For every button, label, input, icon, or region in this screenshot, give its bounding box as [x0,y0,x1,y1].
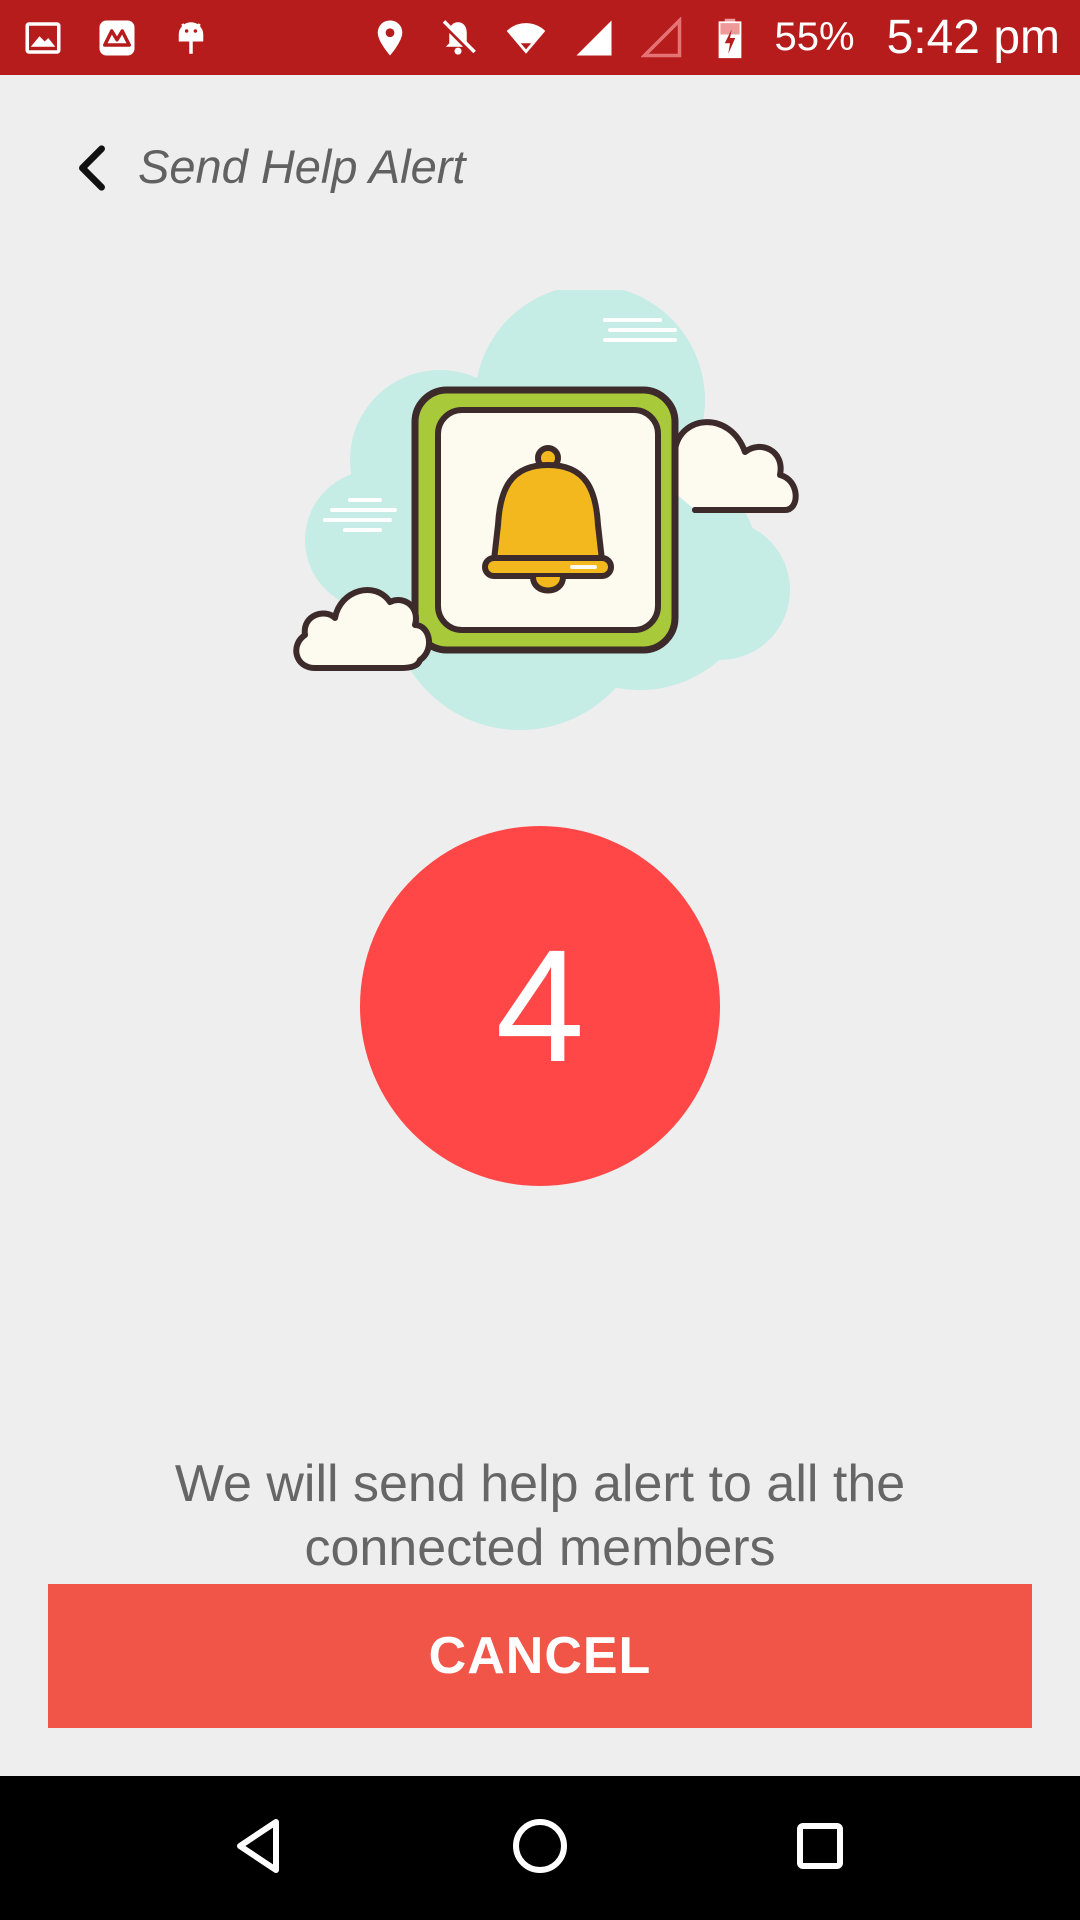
app-header: Send Help Alert [0,75,1080,265]
countdown-circle: 4 [360,826,720,1186]
battery-percent: 55% [774,15,855,59]
location-icon [367,15,413,61]
bell-alert-illustration [280,285,810,730]
back-button[interactable] [62,135,122,205]
cancel-button[interactable]: CANCEL [48,1584,1032,1728]
status-bar: 55% 5:42 pm [0,0,1080,75]
nav-back-button[interactable] [220,1808,300,1888]
android-debug-icon [168,15,214,61]
alert-message: We will send help alert to all the conne… [174,1455,906,1577]
gallery-icon [20,15,66,61]
status-right-icons: 55% 5:42 pm [367,10,1060,65]
recents-square-icon [788,1814,852,1883]
navigation-bar [0,1776,1080,1920]
page-title: Send Help Alert [138,140,466,193]
wifi-icon [503,15,549,61]
status-left-icons [20,15,214,61]
back-triangle-icon [228,1814,292,1883]
notifications-off-icon [435,15,481,61]
signal-empty-icon [639,15,685,61]
chevron-left-icon [72,143,112,198]
home-circle-icon [508,1814,572,1883]
app-notification-icon [94,15,140,61]
nav-home-button[interactable] [500,1808,580,1888]
clock: 5:42 pm [886,11,1060,64]
countdown-value: 4 [495,916,585,1095]
nav-recents-button[interactable] [780,1808,860,1888]
signal-icon [571,15,617,61]
battery-charging-icon [707,15,753,61]
